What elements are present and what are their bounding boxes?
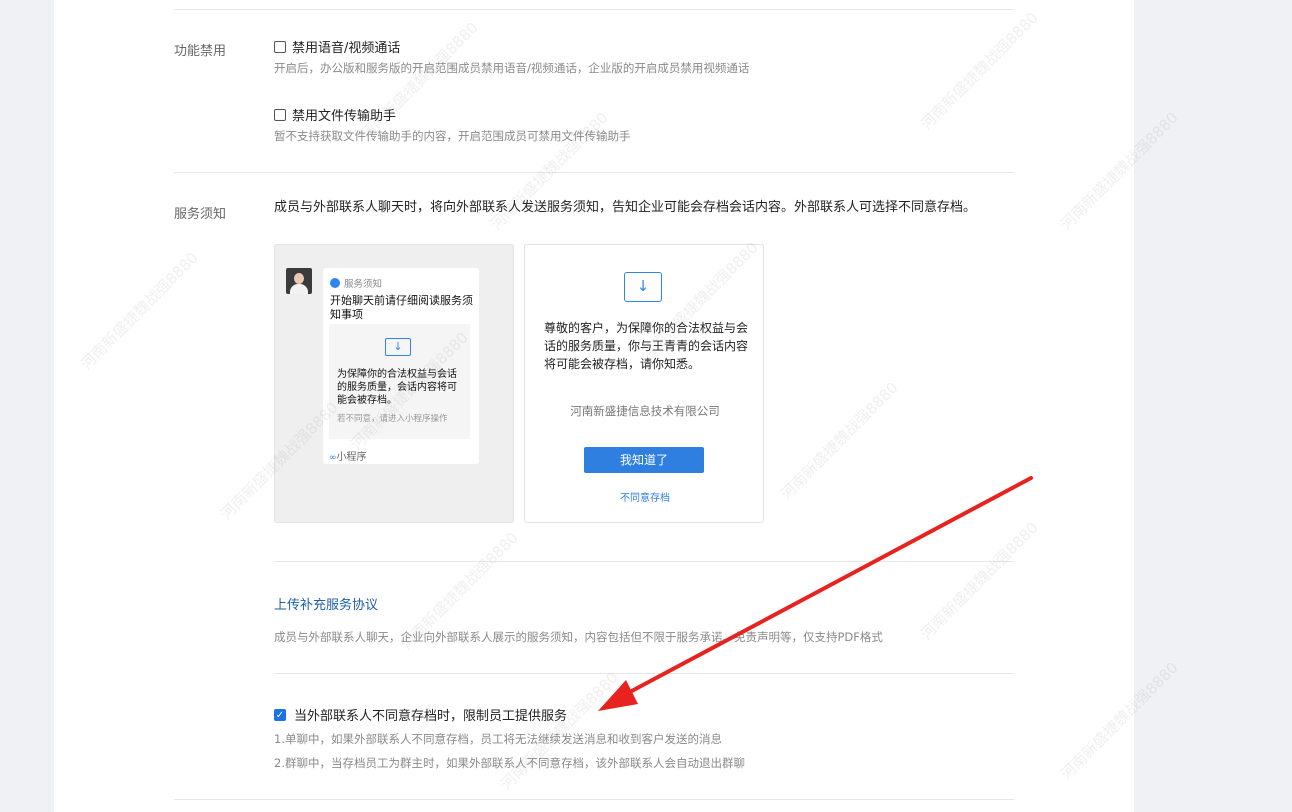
upload-agreement-link[interactable]: 上传补充服务协议	[274, 594, 378, 613]
disable-file-helper-checkbox[interactable]	[274, 108, 286, 121]
service-notice-description: 成员与外部联系人聊天时，将向外部联系人发送服务须知，告知企业可能会存档会话内容。…	[274, 200, 977, 215]
disable-file-helper-option[interactable]: 禁用文件传输助手	[274, 105, 396, 124]
company-name: 河南新盛捷信息技术有限公司	[570, 404, 720, 418]
message-header: 服务须知	[330, 276, 382, 290]
message-title: 开始聊天前请仔细阅读服务须知事项	[330, 294, 473, 321]
inner-card-subtext: 若不同意，请进入小程序操作	[337, 414, 448, 424]
mini-program-icon	[330, 278, 340, 288]
disable-file-helper-label: 禁用文件传输助手	[292, 109, 397, 124]
section-label-service-notice: 服务须知	[174, 207, 227, 222]
restrict-service-checkbox[interactable]: ✓	[274, 708, 286, 721]
disable-file-helper-hint: 暂不支持获取文件传输助手的内容，开启范围成员可禁用文件传输助手	[274, 129, 631, 143]
disable-voice-hint: 开启后，办公版和服务版的开启范围成员禁用语音/视频通话，企业版的开启成员禁用视频…	[274, 61, 750, 75]
disable-voice-checkbox[interactable]	[274, 40, 286, 53]
download-doc-icon: ↓	[624, 272, 662, 302]
divider	[174, 799, 1014, 800]
upload-agreement-hint: 成员与外部联系人聊天，企业向外部联系人展示的服务须知，内容包括但不限于服务承诺、…	[274, 630, 883, 644]
acknowledge-button[interactable]: 我知道了	[584, 447, 704, 473]
mini-program-link: ∞小程序	[329, 448, 367, 463]
link-icon: ∞	[329, 453, 337, 463]
disable-voice-label: 禁用语音/视频通话	[292, 41, 401, 56]
disagree-link[interactable]: 不同意存档	[525, 489, 765, 504]
restrict-service-label: 当外部联系人不同意存档时，限制员工提供服务	[294, 709, 568, 724]
divider	[274, 561, 1014, 562]
consent-text: 尊敬的客户，为保障你的合法权益与会话的服务质量，你与王青青的会话内容将可能会被存…	[544, 321, 749, 371]
disable-voice-option[interactable]: 禁用语音/视频通话	[274, 37, 400, 56]
restrict-rule-2: 2.群聊中，当存档员工为群主时，如果外部联系人不同意存档，该外部联系人会自动退出…	[274, 756, 745, 770]
divider	[174, 172, 1014, 173]
mini-program-label: 小程序	[336, 452, 367, 463]
service-notice-message-card: 服务须知 开始聊天前请仔细阅读服务须知事项 ↓ 为保障你的合法权益与会话的服务质…	[323, 268, 479, 464]
avatar	[286, 268, 312, 294]
message-header-label: 服务须知	[344, 279, 383, 290]
message-inner-card: ↓ 为保障你的合法权益与会话的服务质量，会话内容将可能会被存档。 若不同意，请进…	[329, 324, 470, 439]
consent-page-preview: ↓ 尊敬的客户，为保障你的合法权益与会话的服务质量，你与王青青的会话内容将可能会…	[524, 244, 764, 523]
divider	[274, 673, 1014, 674]
restrict-rule-1: 1.单聊中，如果外部联系人不同意存档，员工将无法继续发送消息和收到客户发送的消息	[274, 732, 722, 746]
chat-preview: 服务须知 开始聊天前请仔细阅读服务须知事项 ↓ 为保障你的合法权益与会话的服务质…	[274, 244, 514, 523]
divider	[174, 9, 1014, 10]
restrict-service-option[interactable]: ✓ 当外部联系人不同意存档时，限制员工提供服务	[274, 705, 567, 724]
download-doc-icon: ↓	[385, 338, 411, 356]
inner-card-text: 为保障你的合法权益与会话的服务质量，会话内容将可能会被存档。	[337, 369, 457, 406]
section-label-features: 功能禁用	[174, 44, 227, 59]
